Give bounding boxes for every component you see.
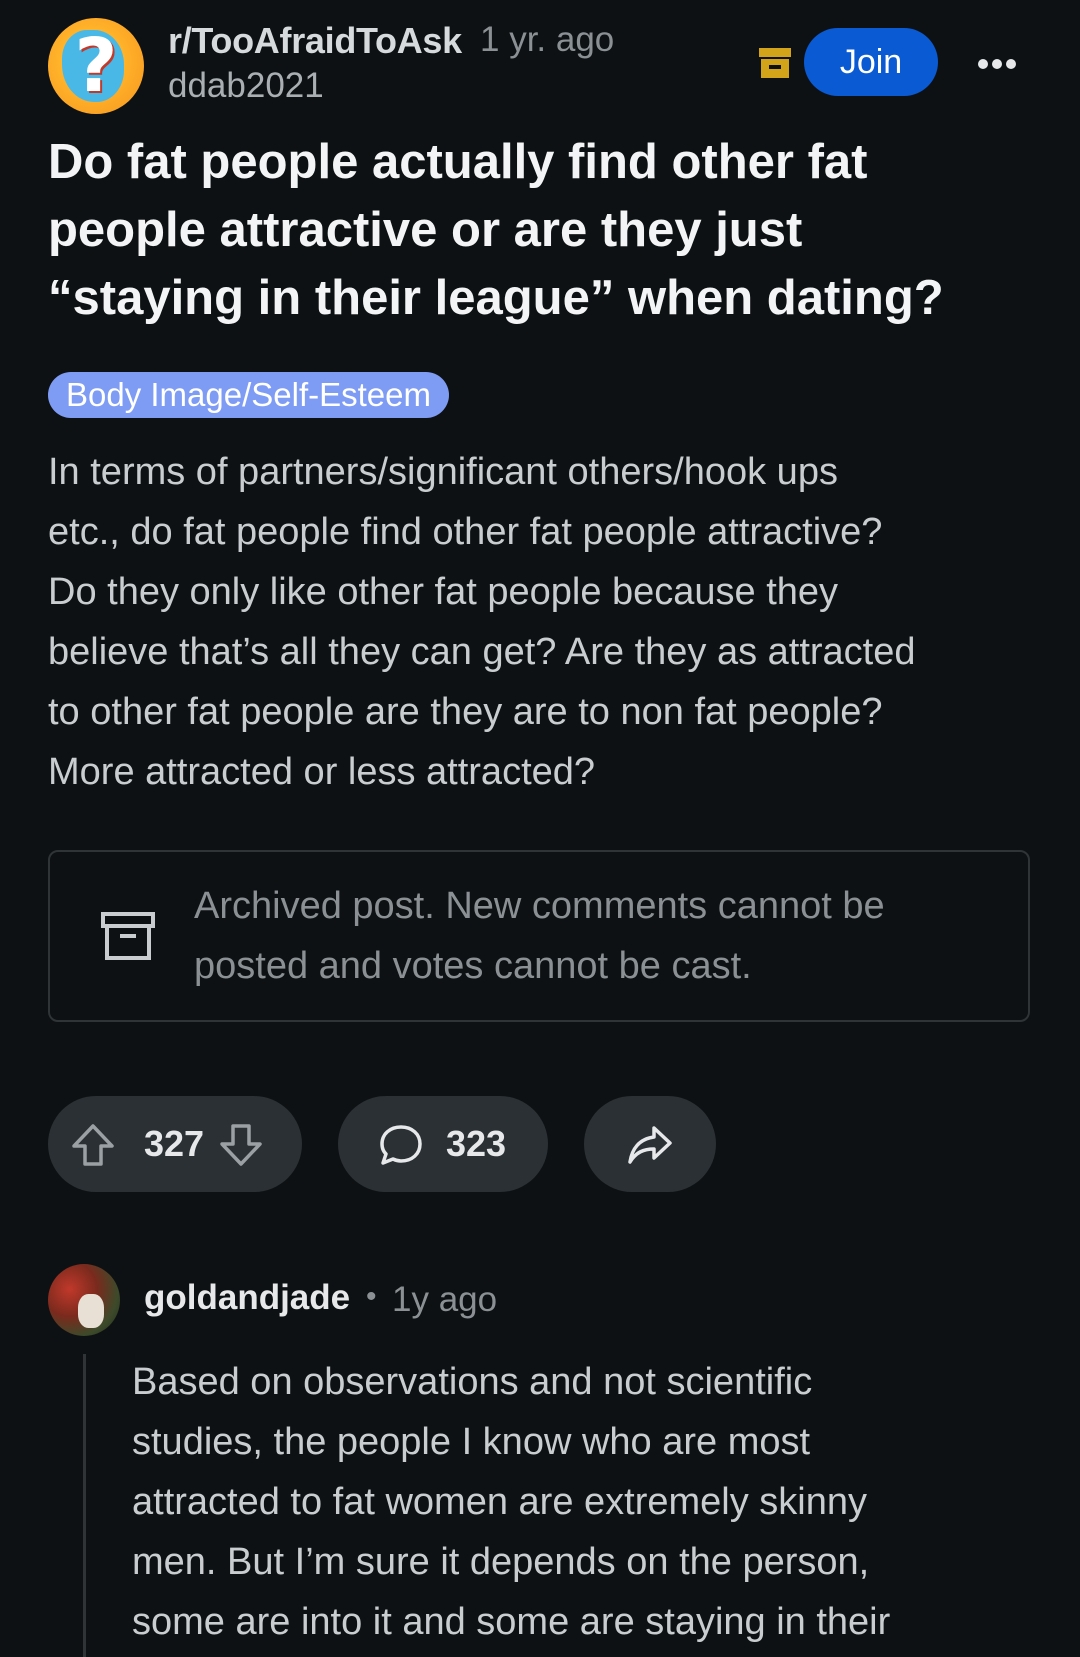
archived-text-line: Archived post. New comments cannot be [194, 885, 885, 927]
upvote-arrow-icon[interactable] [70, 1122, 116, 1168]
thread-line[interactable] [83, 1354, 86, 1657]
downvote-arrow-icon[interactable] [218, 1122, 264, 1168]
archive-box-icon [759, 48, 791, 78]
post-body-line: Do they only like other fat people becau… [48, 571, 839, 613]
commenter-avatar[interactable] [48, 1264, 120, 1336]
archived-text-line: posted and votes cannot be cast. [194, 945, 752, 987]
archived-text: Archived post. New comments cannot be po… [194, 876, 994, 996]
post-body-line: etc., do fat people find other fat peopl… [48, 511, 883, 553]
post-header: ? r/TooAfraidToAsk 1 yr. ago ddab2021 Jo… [48, 16, 1040, 116]
comment-time: 1y ago [392, 1280, 498, 1319]
vote-control: 327 [48, 1096, 302, 1192]
subreddit-name[interactable]: r/TooAfraidToAsk [168, 20, 462, 62]
comment-separator: • [366, 1280, 377, 1313]
post-title-line: “staying in their league” when dating? [48, 271, 944, 325]
comment-body-line: studies, the people I know who are most [132, 1421, 811, 1463]
post-body-line: to other fat people are they are to non … [48, 691, 883, 733]
comment-body-line: attracted to fat women are extremely ski… [132, 1481, 867, 1523]
post-flair[interactable]: Body Image/Self-Esteem [48, 372, 449, 418]
comment-bubble-icon [380, 1125, 422, 1165]
more-dots-icon[interactable] [978, 56, 1022, 70]
post-title: Do fat people actually find other fat pe… [48, 128, 1008, 332]
comments-button[interactable]: 323 [338, 1096, 548, 1192]
post-page: ? r/TooAfraidToAsk 1 yr. ago ddab2021 Jo… [0, 0, 1080, 1657]
post-time: 1 yr. ago [480, 20, 615, 59]
post-author[interactable]: ddab2021 [168, 66, 324, 106]
comment-body-line: some are into it and some are staying in… [132, 1601, 891, 1643]
post-body-line: In terms of partners/significant others/… [48, 451, 838, 493]
comment-body-line: Based on observations and not scientific [132, 1361, 813, 1403]
vote-count: 327 [144, 1123, 205, 1164]
comment-author[interactable]: goldandjade [144, 1278, 350, 1318]
post-body-line: More attracted or less attracted? [48, 751, 596, 793]
comment-body: Based on observations and not scientific… [132, 1352, 1032, 1652]
comment-count: 323 [446, 1123, 507, 1164]
subreddit-avatar-icon[interactable]: ? [48, 18, 144, 114]
share-button[interactable] [584, 1096, 716, 1192]
comment-body-line: men. But I’m sure it depends on the pers… [132, 1541, 870, 1583]
post-title-line: Do fat people actually find other fat [48, 135, 868, 189]
post-body: In terms of partners/significant others/… [48, 442, 1028, 802]
archive-icon [101, 912, 155, 960]
archived-notice: Archived post. New comments cannot be po… [48, 850, 1030, 1022]
post-title-line: people attractive or are they just [48, 203, 803, 257]
share-arrow-icon [628, 1126, 672, 1164]
post-body-line: believe that’s all they can get? Are the… [48, 631, 916, 673]
join-button[interactable]: Join [804, 28, 938, 96]
